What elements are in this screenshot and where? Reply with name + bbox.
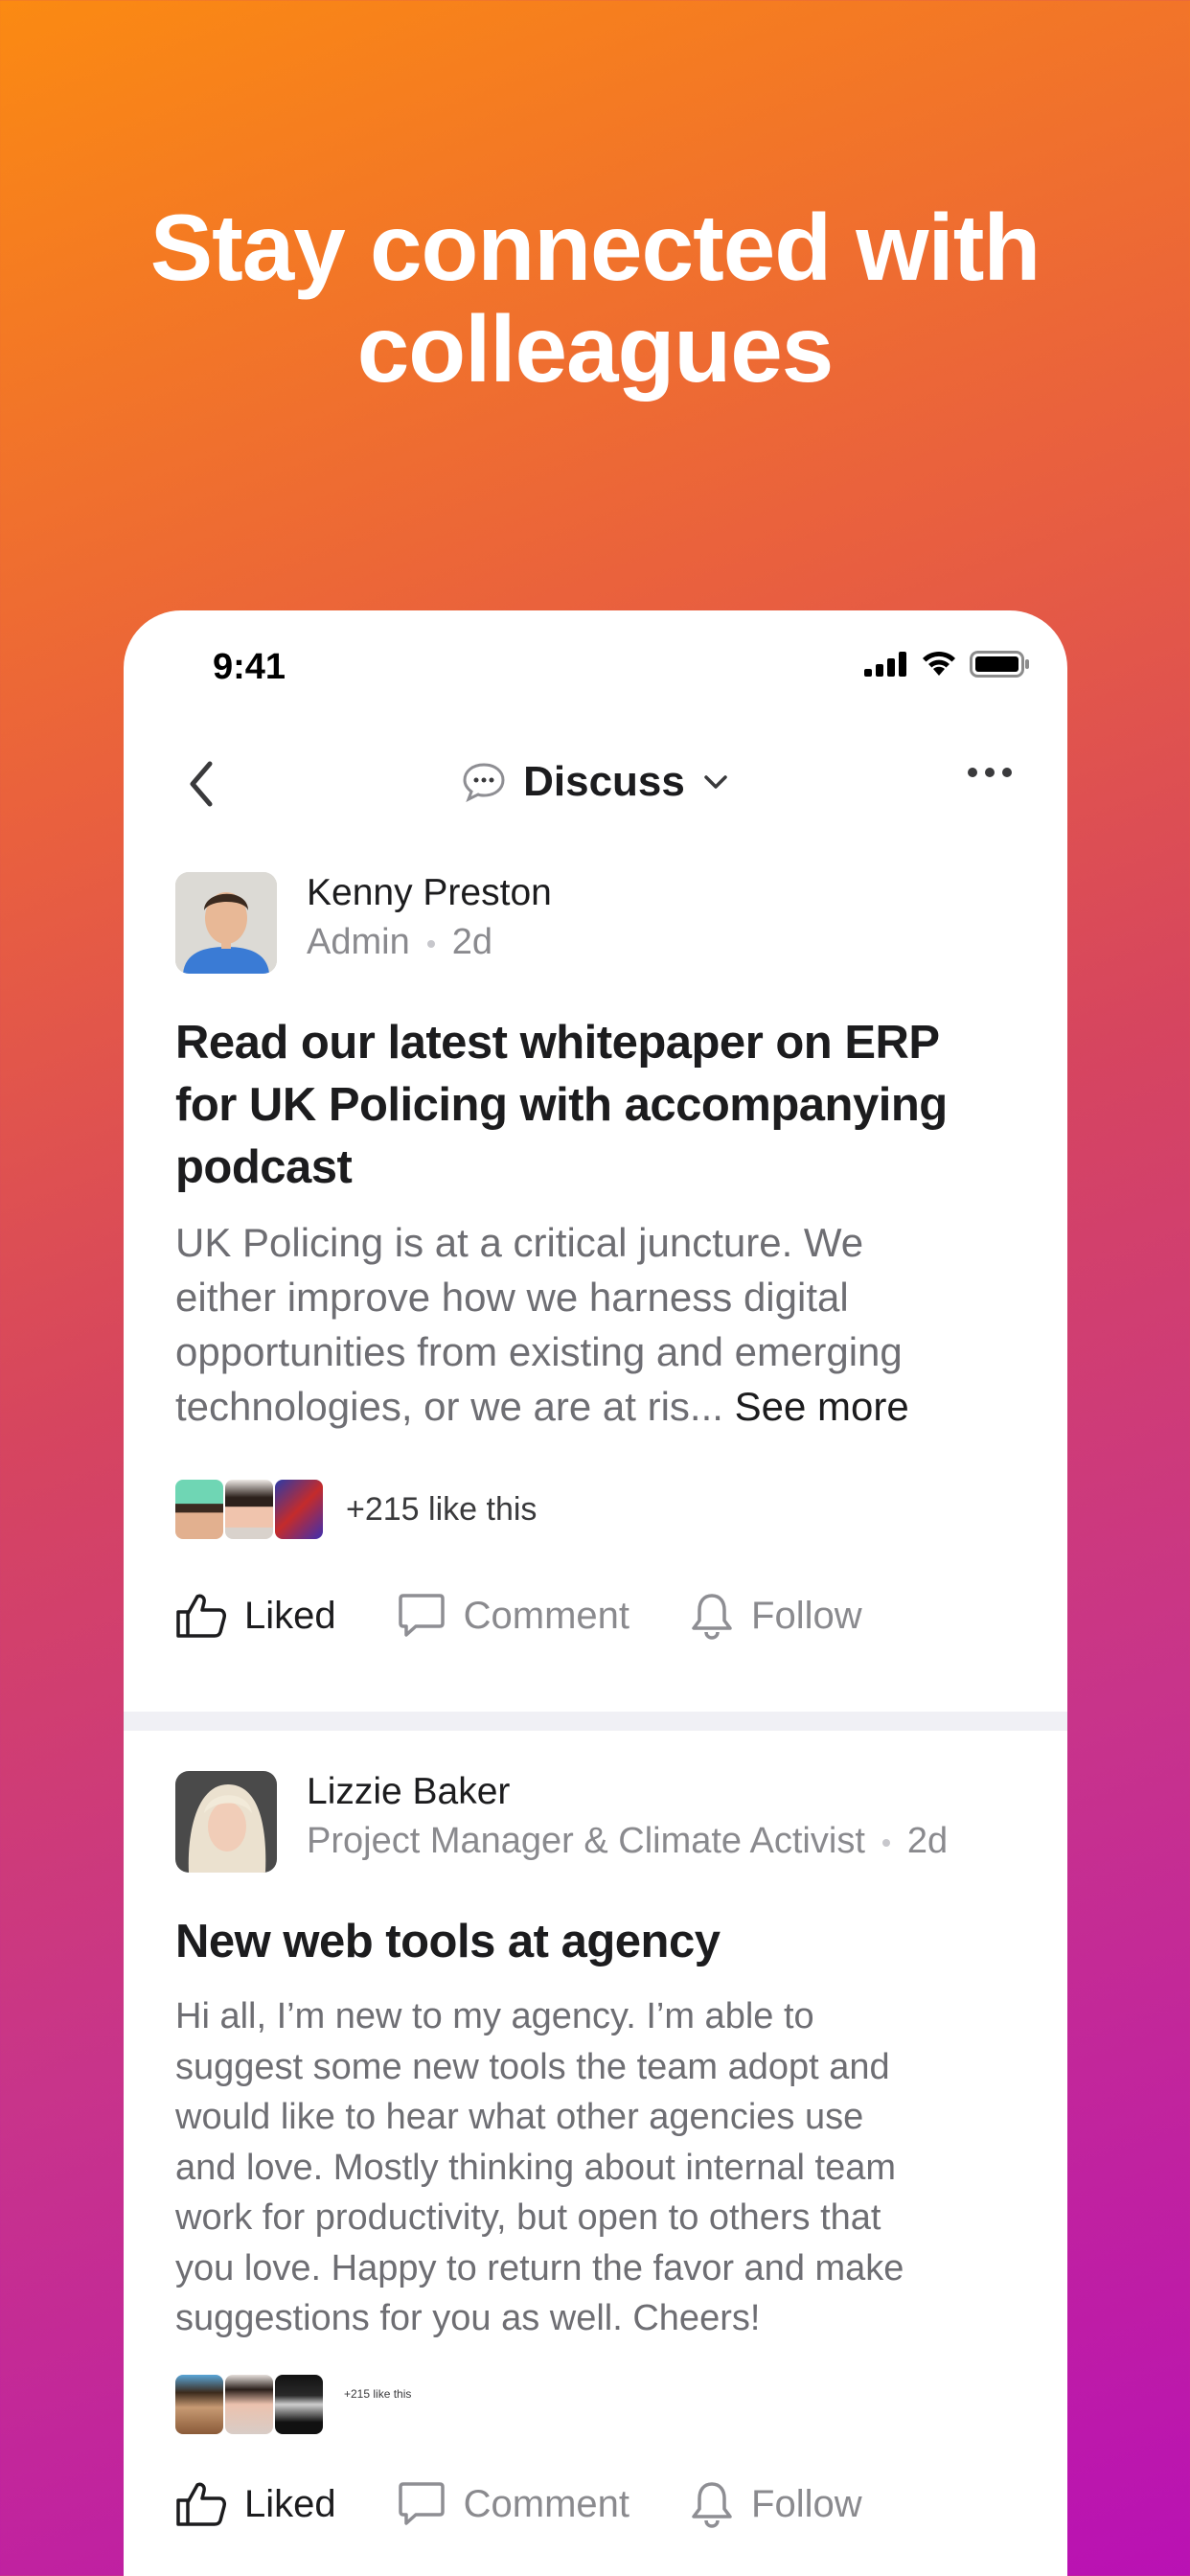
thumbs-up-icon xyxy=(176,1594,226,1638)
avatar xyxy=(275,2375,323,2434)
nav-title: Discuss xyxy=(523,758,685,805)
bell-icon xyxy=(692,1594,732,1640)
see-more-link[interactable]: See more xyxy=(735,1384,909,1429)
likes-count: +215 like this xyxy=(346,1490,538,1528)
like-button[interactable]: Liked xyxy=(175,2481,336,2527)
avatar[interactable] xyxy=(175,872,277,974)
avatar xyxy=(275,1480,323,1539)
post-title[interactable]: Read our latest whitepaper on ERP for UK… xyxy=(175,1012,948,1199)
author-role: Project Manager & Climate Activist xyxy=(307,1821,865,1861)
comment-button[interactable]: Comment xyxy=(397,2481,629,2527)
comment-button[interactable]: Comment xyxy=(397,1593,629,1639)
post-body: Hi all, I’m new to my agency. I’m able t… xyxy=(175,1996,904,2338)
liker-avatars xyxy=(175,2375,325,2434)
post-card: Lizzie Baker Project Manager & Climate A… xyxy=(175,1771,1016,2576)
author-name[interactable]: Lizzie Baker xyxy=(307,1771,510,1813)
hero-line-1: Stay connected with xyxy=(149,195,1041,300)
like-button[interactable]: Liked xyxy=(175,1593,336,1639)
liker-avatars xyxy=(175,1480,325,1539)
post-age: 2d xyxy=(906,1821,949,1861)
signal-icon xyxy=(864,652,906,677)
comment-icon xyxy=(398,2482,445,2525)
follow-button[interactable]: Follow xyxy=(690,1592,862,1640)
status-bar: 9:41 xyxy=(124,610,1067,706)
battery-icon xyxy=(970,651,1029,678)
chevron-down-icon xyxy=(704,775,727,789)
author-name[interactable]: Kenny Preston xyxy=(307,872,552,914)
author-role: Admin xyxy=(307,922,410,962)
avatar xyxy=(175,2375,223,2434)
avatar xyxy=(225,2375,273,2434)
post-actions: Liked Comment Follow xyxy=(175,1592,862,1640)
post-card: Kenny Preston Admin 2d Read our latest wh… xyxy=(175,872,1016,1696)
wifi-icon xyxy=(923,651,955,676)
status-time: 9:41 xyxy=(213,647,286,687)
nav-bar: Discuss xyxy=(124,735,1067,831)
follow-button[interactable]: Follow xyxy=(690,2480,862,2528)
bell-icon xyxy=(692,2482,732,2528)
post-actions: Liked Comment Follow xyxy=(175,2480,862,2528)
author-meta: Admin 2d xyxy=(307,922,492,963)
avatar xyxy=(175,1480,223,1539)
hero-headline: Stay connected with colleagues xyxy=(0,196,1190,400)
likes-row[interactable]: +215 like this xyxy=(175,1480,537,1539)
post-title[interactable]: New web tools at agency xyxy=(175,1911,721,1973)
likes-count: +215 like this xyxy=(344,2387,412,2401)
author-meta: Project Manager & Climate Activist 2d xyxy=(307,1821,948,1862)
hero-line-2: colleagues xyxy=(356,296,835,402)
speech-bubble-icon xyxy=(463,763,505,802)
thumbs-up-icon xyxy=(176,2482,226,2526)
comment-icon xyxy=(398,1594,445,1637)
channel-selector[interactable]: Discuss xyxy=(124,758,1067,806)
avatar xyxy=(225,1480,273,1539)
phone-screen: 9:41 Discuss Kenny Preston Admin 2d Read… xyxy=(124,610,1067,2576)
likes-row[interactable]: +215 like this xyxy=(175,2375,411,2434)
post-age: 2d xyxy=(451,922,492,962)
post-body: UK Policing is at a critical juncture. W… xyxy=(175,1220,909,1429)
more-dots-icon[interactable] xyxy=(968,768,1012,777)
avatar[interactable] xyxy=(175,1771,277,1873)
post-divider xyxy=(124,1712,1067,1731)
